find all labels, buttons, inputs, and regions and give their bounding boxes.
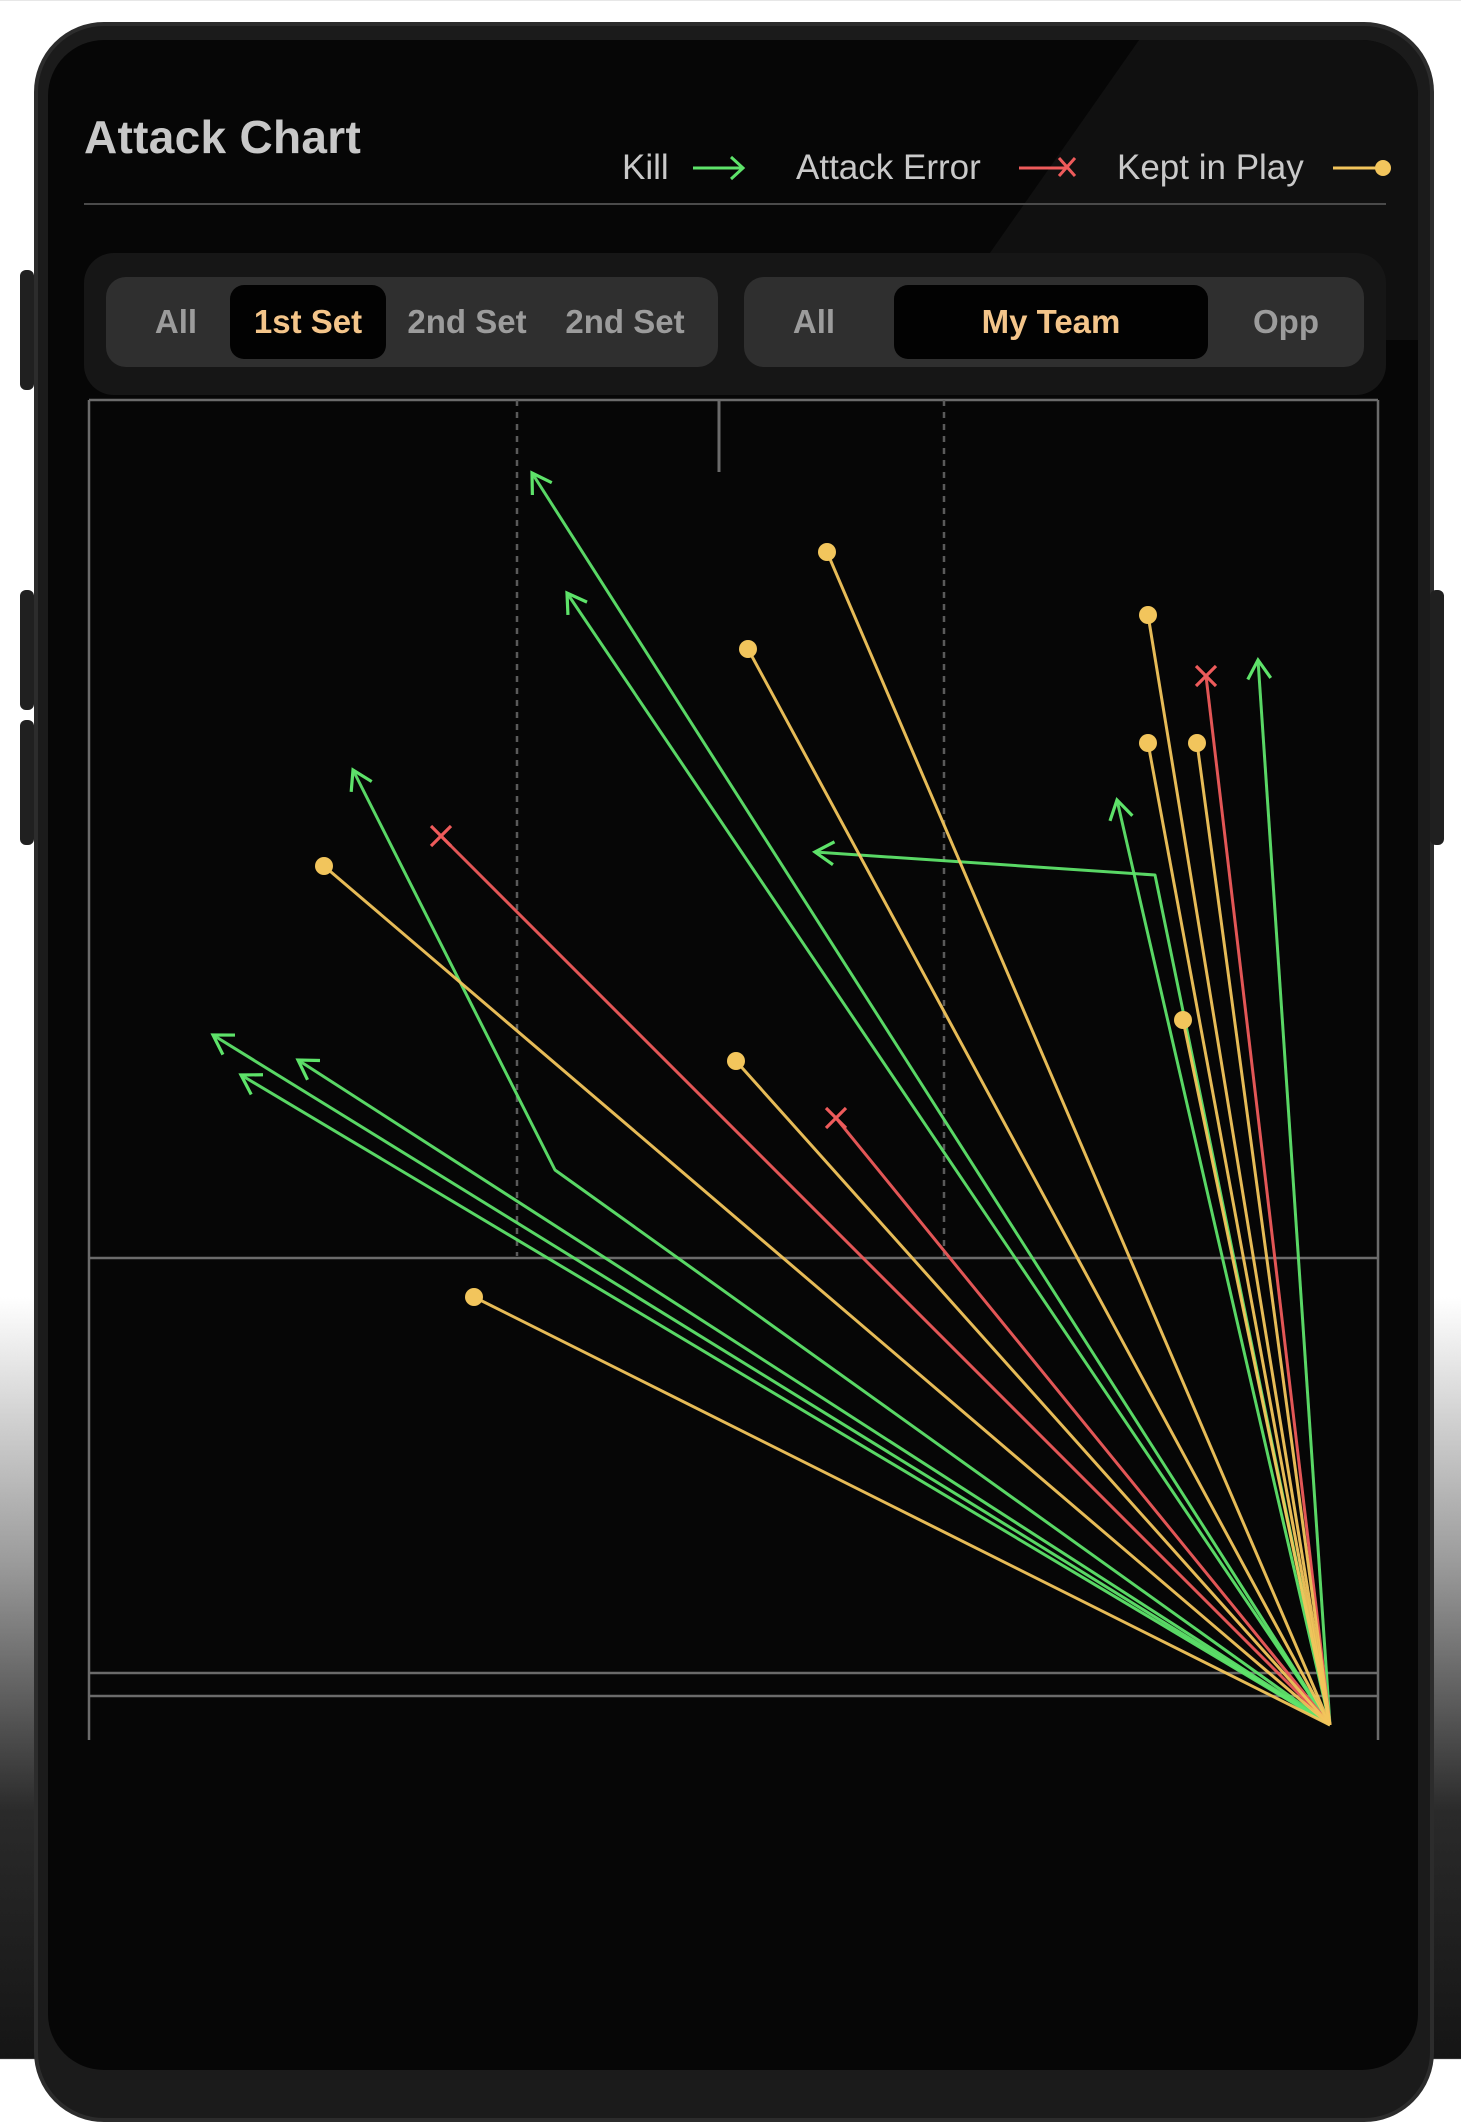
kept-dot-icon: [1139, 606, 1157, 624]
attack-kill: [530, 470, 1332, 1726]
kept-dot-icon: [465, 1288, 483, 1306]
attack-error: [429, 824, 1332, 1727]
attack-kept: [727, 1052, 1332, 1727]
kept-dot-icon: [818, 543, 836, 561]
kept-dot-icon: [1188, 734, 1206, 752]
attack-kill: [349, 767, 1331, 1727]
attack-kept: [465, 1288, 1331, 1727]
error-x-icon: [429, 824, 453, 848]
attack-path: [212, 1033, 1331, 1727]
attack-kill: [1108, 797, 1332, 1726]
attack-kill: [210, 1033, 1331, 1727]
kept-dot-icon: [1174, 1011, 1192, 1029]
attack-court-chart: [87, 398, 1380, 1740]
attack-path: [825, 551, 1332, 1726]
volleyball-court: [87, 398, 1380, 1740]
attack-path: [297, 1058, 1331, 1727]
attack-kept: [818, 543, 1332, 1726]
attack-kill: [295, 1058, 1331, 1727]
attack-path: [439, 834, 1332, 1727]
kept-dot-icon: [739, 640, 757, 658]
attack-path: [734, 1059, 1332, 1727]
attack-path: [351, 769, 1331, 1727]
attack-kept: [1139, 606, 1332, 1726]
kept-dot-icon: [315, 857, 333, 875]
kept-dot-icon: [1139, 734, 1157, 752]
attack-paths: [210, 470, 1332, 1727]
attack-path: [530, 472, 1332, 1726]
attack-path: [1146, 742, 1332, 1726]
attack-kill: [811, 840, 1332, 1726]
attack-path: [834, 1117, 1332, 1726]
attack-path: [240, 1073, 1331, 1727]
error-x-icon: [824, 1106, 848, 1130]
attack-kill: [238, 1073, 1331, 1727]
kept-dot-icon: [727, 1052, 745, 1070]
